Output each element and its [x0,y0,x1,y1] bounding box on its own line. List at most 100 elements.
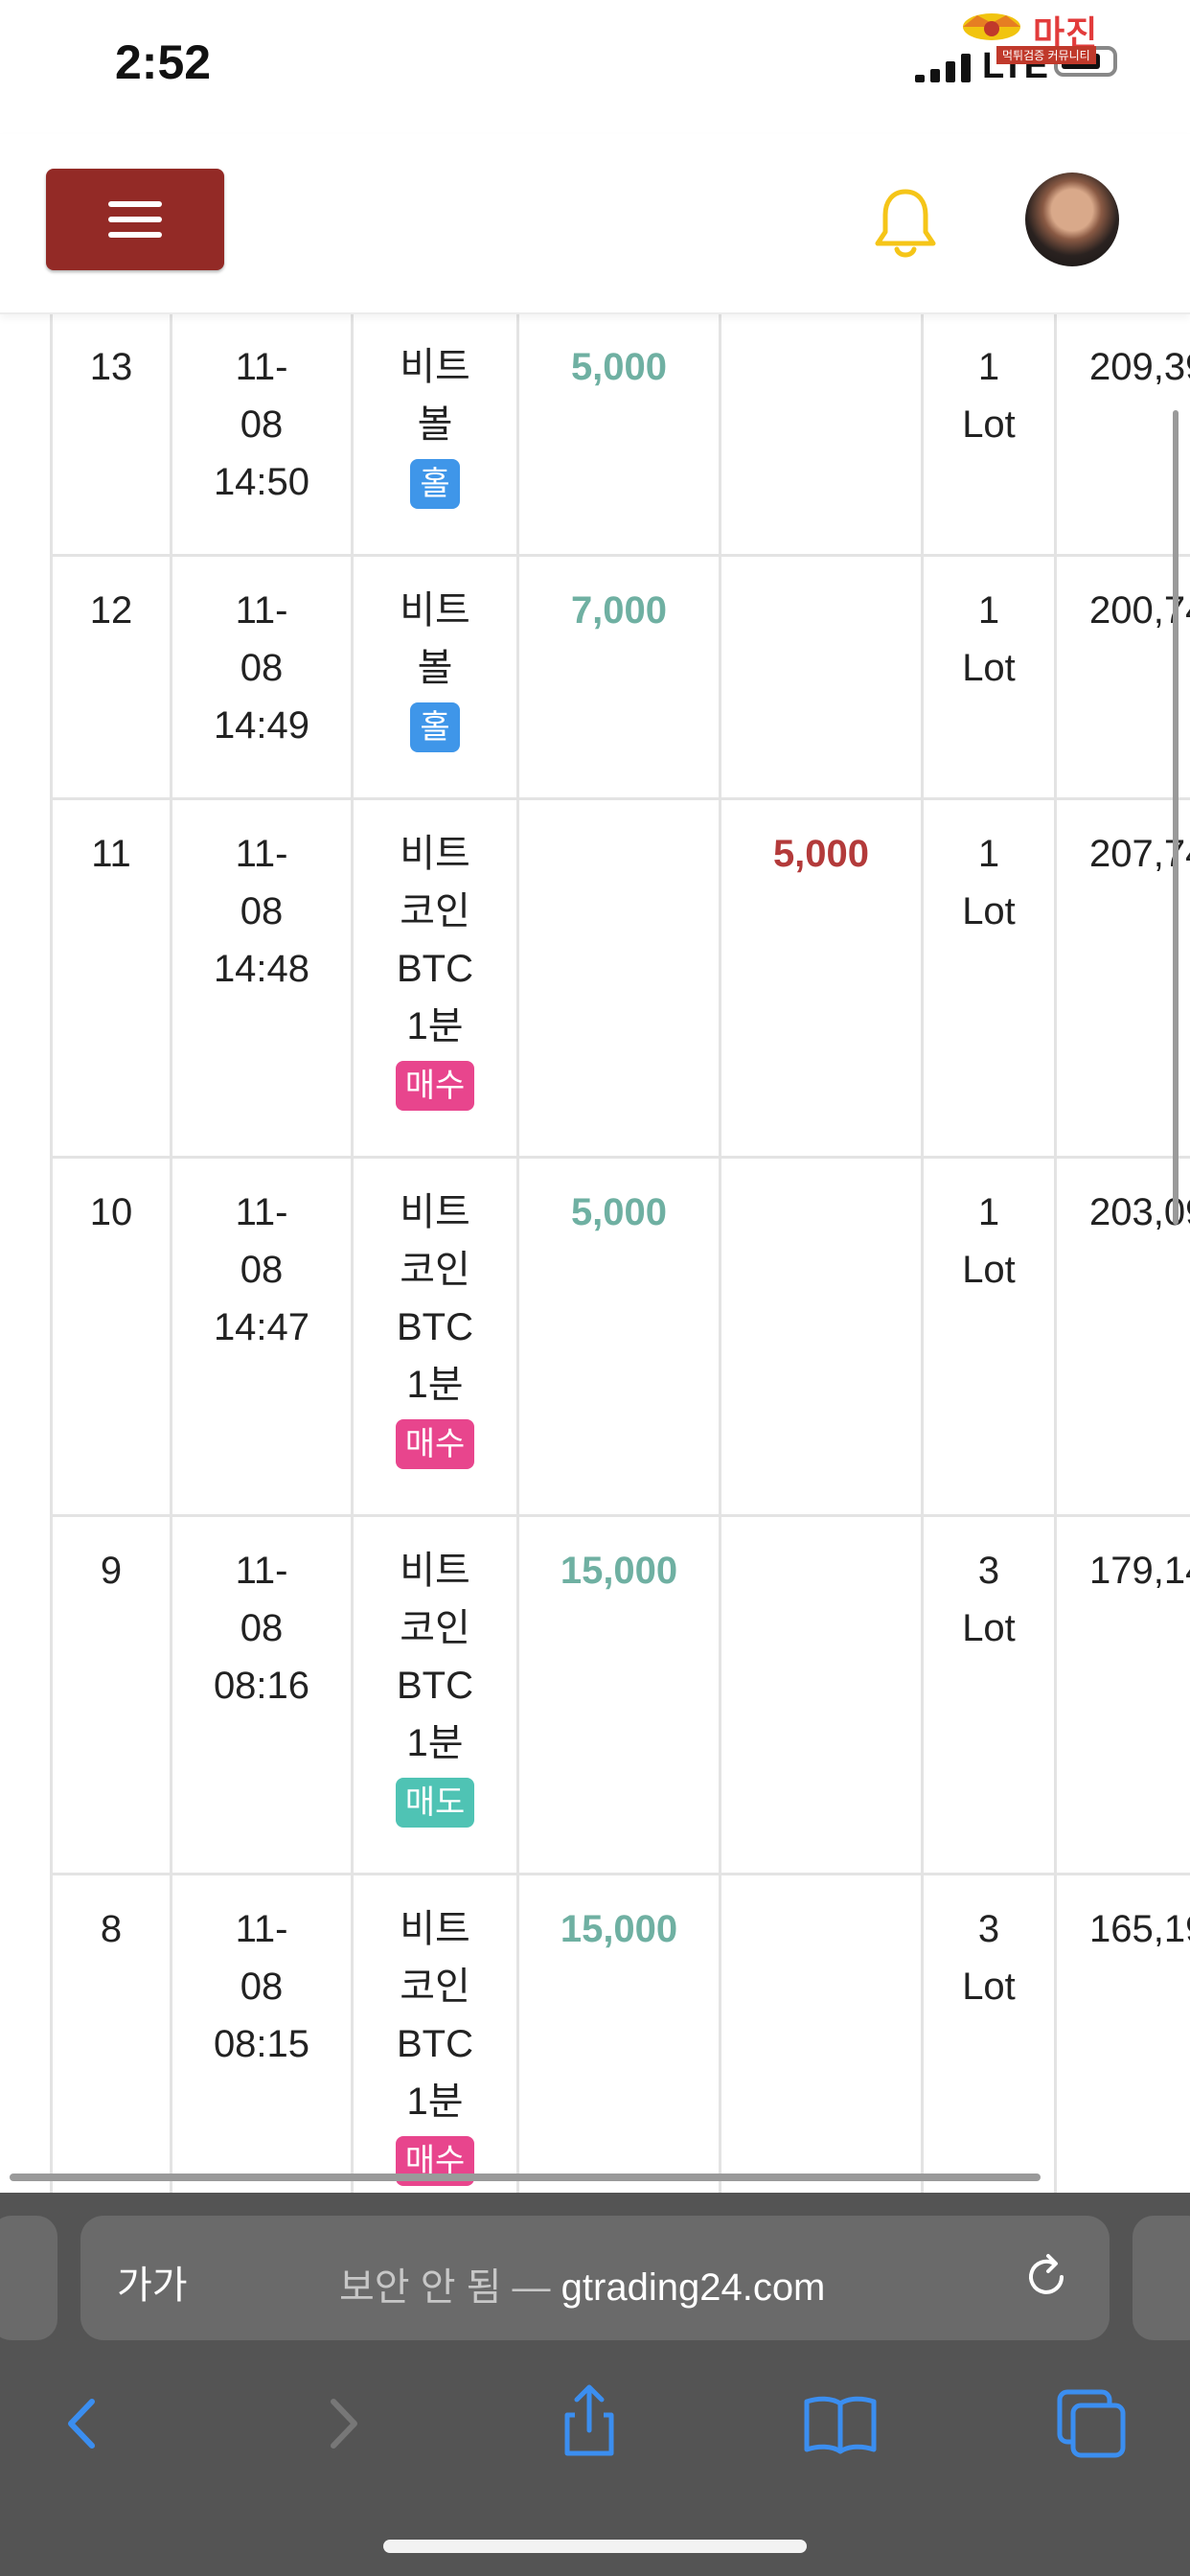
date-part: 11- [235,1191,288,1233]
item-name-part: 비트 [400,1191,470,1233]
table-row[interactable]: 13 11- 08 14:50 비트볼홀 5,000 1 Lot 209,390 [50,312,1190,557]
item-name-part: 코인 [400,1249,470,1291]
watermark-logo: 마진 먹튀검증 커뮤니티 [958,6,1180,64]
item-name-part: BTC [397,2023,473,2065]
date-part: 08 [240,1966,284,2008]
horizontal-scrollbar[interactable] [10,2174,1041,2181]
position-badge: 홀 [410,459,460,509]
date-part: 11- [235,1550,288,1592]
url-text[interactable]: 보안 안 됨 — gtrading24.com [339,2256,825,2312]
reload-icon[interactable] [1019,2250,1073,2304]
item-name-part: 볼 [417,403,453,446]
cell-balance: 209,390 [1054,312,1190,557]
item-name-part: 1분 [406,2081,464,2123]
lot-count: 3 [977,1550,1000,1592]
app-header [0,134,1190,314]
cell-item: 비트 코인 BTC 1분 매수 [351,1873,519,2193]
forward-icon[interactable] [297,2380,383,2467]
menu-button[interactable] [46,169,224,270]
win-amount: 15,000 [560,1908,678,1950]
avatar[interactable] [1025,172,1119,266]
item-name-part: BTC [397,948,473,990]
browser-toolbar [0,2380,1190,2496]
cell-loss [719,554,924,800]
item-name-part: 비트 [400,1550,470,1592]
cell-win: 15,000 [516,1873,721,2193]
tabs-icon[interactable] [1048,2380,1134,2467]
win-amount: 7,000 [570,589,668,632]
cell-lot: 1 Lot [921,797,1057,1159]
item-name-part: 비트 [400,346,470,388]
date-part: 11- [235,346,288,388]
share-icon[interactable] [546,2380,632,2467]
table-row[interactable]: 811-0808:15비트코인BTC1분매수15,0003Lot165,190 [50,1873,1190,2193]
table-row[interactable]: 11 11- 08 14:48 비트코인 BTC 1분매수 5,000 1 Lot 207,740 [50,797,1190,1159]
date-part: 08 [240,403,284,446]
hamburger-icon-bar [108,217,162,222]
position-badge: 매수 [395,1061,475,1111]
cell-lot: 3 Lot [921,1873,1057,2193]
cell-no: 9 [50,1514,172,1875]
item-name-part: 1분 [406,1364,464,1406]
date-part: 08 [240,1607,284,1649]
cell-no: 8 [50,1873,172,2193]
table-row[interactable]: 9 11- 08 08:16 비트코인 BTC 1분매도 15,000 3 Lot 179,140 [50,1514,1190,1875]
cell-balance: 179,140 [1054,1514,1190,1875]
address-bar[interactable]: 가가 보안 안 됨 — gtrading24.com [80,2216,1110,2340]
back-icon[interactable] [42,2380,128,2467]
cell-win: 5,000 [516,312,721,557]
cell-no: 11 [50,797,172,1159]
cell-loss [719,1156,924,1517]
table-row[interactable]: 10 11- 08 14:47 비트코인 BTC 1분매수 5,000 1 Lot 203,090 [50,1156,1190,1517]
cell-win: 15,000 [516,1514,721,1875]
lot-count: 1 [977,589,1000,632]
cell-lot: 1 Lot [921,1156,1057,1517]
page-settings-button[interactable]: 가가 [117,2254,188,2310]
item-name-part: 비트 [400,589,470,632]
cell-datetime: 11- 08 14:50 [170,312,354,557]
next-tab-preview[interactable] [1133,2216,1190,2340]
lot-unit: Lot [962,1249,1016,1291]
lot-count: 1 [977,346,1000,388]
home-indicator[interactable] [383,2540,807,2553]
bell-icon[interactable] [872,186,939,261]
item-name-part: 볼 [417,647,453,689]
item-name-part: 코인 [400,890,470,932]
vertical-scrollbar[interactable] [1173,410,1179,1225]
cell-datetime: 11- 08 14:49 [170,554,354,800]
bookmarks-icon[interactable] [797,2380,883,2467]
cell-datetime: 11- 08 08:15 [170,1873,354,2193]
cell-item: 비트 코인 BTC 1분 매수 [351,1156,519,1517]
history-table-container[interactable]: 1311-0814:50비트볼홀5,0001Lot209,3901211-081… [0,312,1190,2193]
win-amount: 15,000 [560,1550,678,1592]
cell-lot: 3 Lot [921,1514,1057,1875]
previous-tab-preview[interactable] [0,2216,57,2340]
lot-count: 3 [977,1908,1000,1950]
date-part: 11- [235,833,288,875]
lot-unit: Lot [962,647,1016,689]
item-name-part: 비트 [400,1908,470,1950]
cell-loss: 5,000 [719,797,924,1159]
date-part: 08 [240,890,284,932]
cell-item: 비트 코인 BTC 1분 매수 [351,797,519,1159]
win-amount: 5,000 [570,346,668,388]
lot-unit: Lot [962,1966,1016,2008]
cell-win: 7,000 [516,554,721,800]
cell-no: 12 [50,554,172,800]
lot-unit: Lot [962,1607,1016,1649]
win-amount: 5,000 [570,1191,668,1233]
item-name-part: 1분 [406,1722,464,1764]
cell-no: 13 [50,312,172,557]
cell-item: 비트 코인 BTC 1분 매도 [351,1514,519,1875]
cell-win: 5,000 [516,1156,721,1517]
table-row[interactable]: 12 11- 08 14:49 비트볼홀 7,000 1 Lot 200,740 [50,554,1190,800]
cell-datetime: 11- 08 08:16 [170,1514,354,1875]
lot-count: 1 [977,833,1000,875]
status-bar: 2:52 LTE 마진 먹튀검증 커뮤니티 [0,0,1190,134]
cell-lot: 1 Lot [921,554,1057,800]
time-part: 14:49 [213,704,310,747]
position-badge: 매수 [395,1419,475,1469]
status-time: 2:52 [115,35,212,89]
hamburger-icon [108,201,162,207]
item-name-part: 비트 [400,833,470,875]
